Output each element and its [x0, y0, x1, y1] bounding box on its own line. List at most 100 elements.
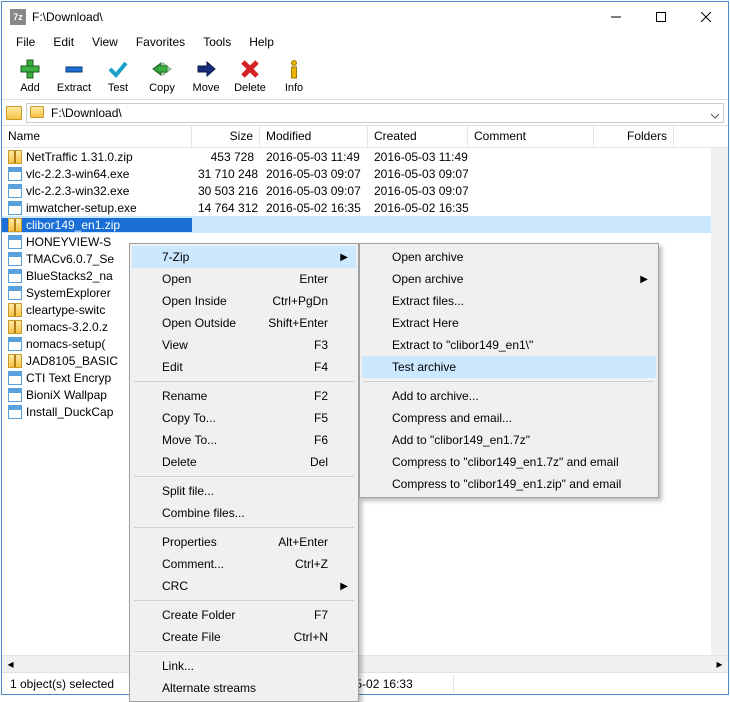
- menu-label: Open archive: [392, 272, 463, 286]
- chevron-down-icon[interactable]: [711, 109, 719, 123]
- minimize-button[interactable]: [593, 2, 638, 32]
- table-row[interactable]: vlc-2.2.3-win32.exe30 503 2162016-05-03 …: [2, 182, 728, 199]
- menu-item[interactable]: Open OutsideShift+Enter: [132, 312, 356, 334]
- table-row[interactable]: imwatcher-setup.exe14 764 3122016-05-02 …: [2, 199, 728, 216]
- menu-label: 7-Zip: [162, 250, 189, 264]
- menu-item[interactable]: Extract Here: [362, 312, 656, 334]
- exe-icon: [8, 252, 22, 266]
- menu-item[interactable]: 7-Zip▶: [132, 246, 356, 268]
- exe-icon: [8, 184, 22, 198]
- address-path[interactable]: F:\Download\: [26, 103, 724, 123]
- menu-shortcut: Ctrl+PgDn: [272, 294, 328, 308]
- menu-favorites[interactable]: Favorites: [128, 33, 193, 51]
- menu-label: Move To...: [162, 433, 217, 447]
- menu-item[interactable]: Extract files...: [362, 290, 656, 312]
- menu-item[interactable]: Link...: [132, 655, 356, 677]
- menu-item[interactable]: Compress and email...: [362, 407, 656, 429]
- exe-icon: [8, 337, 22, 351]
- toolbar-test[interactable]: Test: [96, 54, 140, 98]
- exe-icon: [8, 269, 22, 283]
- file-name: HONEYVIEW-S: [26, 235, 111, 249]
- menu-item[interactable]: ViewF3: [132, 334, 356, 356]
- toolbar-copy[interactable]: Copy: [140, 54, 184, 98]
- menu-file[interactable]: File: [8, 33, 43, 51]
- menu-item[interactable]: RenameF2: [132, 385, 356, 407]
- menu-item[interactable]: Add to archive...: [362, 385, 656, 407]
- archive-icon: [8, 303, 22, 317]
- folder-icon: [30, 106, 44, 118]
- file-size: 31 710 248: [192, 167, 260, 181]
- menu-label: Delete: [162, 455, 197, 469]
- menu-item[interactable]: Create FolderF7: [132, 604, 356, 626]
- file-name: clibor149_en1.zip: [26, 218, 120, 232]
- menu-shortcut: Del: [310, 455, 328, 469]
- table-row[interactable]: clibor149_en1.zip: [2, 216, 728, 233]
- menu-item[interactable]: Create FileCtrl+N: [132, 626, 356, 648]
- menu-item[interactable]: Test archive: [362, 356, 656, 378]
- exe-icon: [8, 201, 22, 215]
- menu-item[interactable]: Open Inside Ctrl+PgDn: [132, 290, 356, 312]
- menu-item[interactable]: Split file...: [132, 480, 356, 502]
- col-folders[interactable]: Folders: [594, 126, 674, 147]
- close-button[interactable]: [683, 2, 728, 32]
- check-icon: [107, 58, 129, 80]
- menu-tools[interactable]: Tools: [195, 33, 239, 51]
- menu-label: Comment...: [162, 557, 224, 571]
- file-modified: 2016-05-02 16:35: [260, 201, 368, 215]
- menu-item[interactable]: Copy To...F5: [132, 407, 356, 429]
- menu-help[interactable]: Help: [241, 33, 282, 51]
- scroll-left-icon[interactable]: ◂: [2, 656, 19, 673]
- scroll-right-icon[interactable]: ▸: [711, 656, 728, 673]
- menu-item[interactable]: Extract to "clibor149_en1\": [362, 334, 656, 356]
- toolbar-add[interactable]: Add: [8, 54, 52, 98]
- menu-item[interactable]: Compress to "clibor149_en1.7z" and email: [362, 451, 656, 473]
- x-icon: [239, 58, 261, 80]
- menu-item[interactable]: Add to "clibor149_en1.7z": [362, 429, 656, 451]
- up-folder-icon[interactable]: [6, 106, 22, 120]
- col-modified[interactable]: Modified: [260, 126, 368, 147]
- menu-label: Extract Here: [392, 316, 459, 330]
- menu-item[interactable]: CRC▶: [132, 575, 356, 597]
- vertical-scrollbar[interactable]: [711, 148, 728, 655]
- menu-label: Combine files...: [162, 506, 245, 520]
- toolbar-extract[interactable]: Extract: [52, 54, 96, 98]
- archive-icon: [8, 218, 22, 232]
- file-name: nomacs-setup(: [26, 337, 105, 351]
- toolbar-info[interactable]: Info: [272, 54, 316, 98]
- menu-item[interactable]: Move To...F6: [132, 429, 356, 451]
- menu-item[interactable]: Combine files...: [132, 502, 356, 524]
- col-created[interactable]: Created: [368, 126, 468, 147]
- toolbar: Add Extract Test Copy Move Delete Info: [2, 52, 728, 100]
- col-name[interactable]: Name: [2, 126, 192, 147]
- table-row[interactable]: vlc-2.2.3-win64.exe31 710 2482016-05-03 …: [2, 165, 728, 182]
- table-row[interactable]: NetTraffic 1.31.0.zip453 7282016-05-03 1…: [2, 148, 728, 165]
- minus-icon: [63, 58, 85, 80]
- menubar: File Edit View Favorites Tools Help: [2, 32, 728, 52]
- menu-edit[interactable]: Edit: [45, 33, 82, 51]
- toolbar-delete[interactable]: Delete: [228, 54, 272, 98]
- menu-label: Compress to "clibor149_en1.zip" and emai…: [392, 477, 621, 491]
- archive-icon: [8, 150, 22, 164]
- toolbar-move[interactable]: Move: [184, 54, 228, 98]
- plus-icon: [19, 58, 41, 80]
- menu-item[interactable]: Delete Del: [132, 451, 356, 473]
- menu-item[interactable]: Open archive▶: [362, 268, 656, 290]
- menu-item[interactable]: Compress to "clibor149_en1.zip" and emai…: [362, 473, 656, 495]
- exe-icon: [8, 167, 22, 181]
- menu-label: Open Inside: [162, 294, 227, 308]
- menu-item[interactable]: PropertiesAlt+Enter: [132, 531, 356, 553]
- menu-shortcut: Enter: [299, 272, 328, 286]
- menu-item[interactable]: OpenEnter: [132, 268, 356, 290]
- menu-item[interactable]: Open archive: [362, 246, 656, 268]
- col-comment[interactable]: Comment: [468, 126, 594, 147]
- archive-icon: [8, 320, 22, 334]
- menu-item[interactable]: EditF4: [132, 356, 356, 378]
- file-name: BlueStacks2_na: [26, 269, 113, 283]
- menu-view[interactable]: View: [84, 33, 126, 51]
- file-name: nomacs-3.2.0.z: [26, 320, 108, 334]
- horizontal-scrollbar[interactable]: ◂ ▸: [2, 655, 728, 672]
- maximize-button[interactable]: [638, 2, 683, 32]
- submenu-arrow-icon: ▶: [340, 581, 348, 592]
- col-size[interactable]: Size: [192, 126, 260, 147]
- menu-item[interactable]: Comment...Ctrl+Z: [132, 553, 356, 575]
